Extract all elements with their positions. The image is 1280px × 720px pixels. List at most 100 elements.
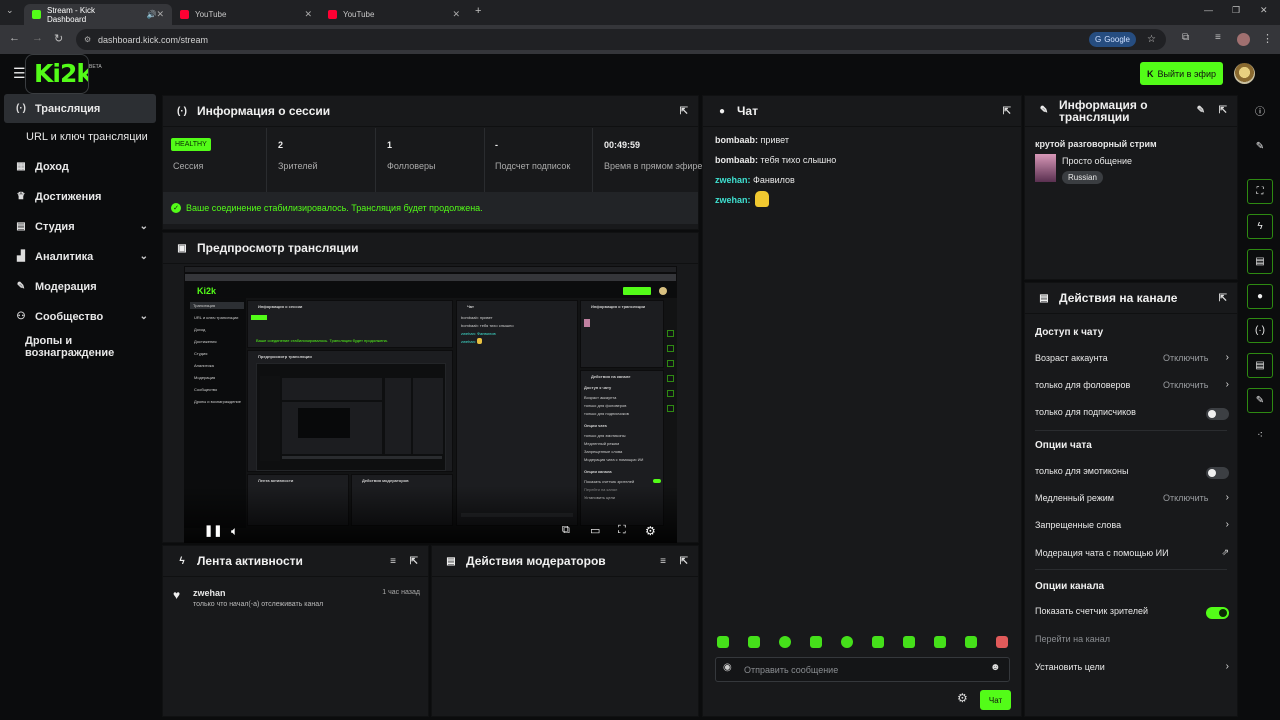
emote-button[interactable]	[810, 636, 822, 648]
chat-text: Фанвилов	[753, 175, 795, 185]
address-bar[interactable]: ⚙ dashboard.kick.com/stream G Google ☆	[76, 29, 1166, 50]
volume-icon[interactable]: 🔈︎	[231, 524, 238, 539]
rail-button-broadcast[interactable]: (·)	[1247, 318, 1273, 343]
theater-mode-icon[interactable]: ▭	[590, 524, 600, 537]
hamburger-menu-icon[interactable]: ☰	[13, 65, 26, 82]
chat-username[interactable]: bombaab:	[715, 155, 758, 165]
stat-value: -	[495, 140, 498, 150]
rail-button-activity[interactable]: ϟ	[1247, 214, 1273, 239]
emote-button[interactable]	[872, 636, 884, 648]
emote-button[interactable]	[717, 636, 729, 648]
clip-icon[interactable]: ⧉	[562, 524, 570, 537]
mini-nav: Студия	[194, 351, 208, 356]
edit-pencil-icon[interactable]: ✎	[1197, 105, 1205, 117]
sidebar-item-studio[interactable]: ▤ Студия ⌄	[4, 212, 156, 241]
forward-icon[interactable]: →	[32, 32, 43, 44]
sidebar-item-achievements[interactable]: ♛ Достижения	[4, 182, 156, 211]
account-age-row[interactable]: Возраст аккаунта Отключить ›	[1025, 347, 1239, 371]
sidebar-item-analytics[interactable]: ▟ Аналитика ⌄	[4, 242, 156, 271]
profile-avatar[interactable]	[1237, 33, 1250, 46]
sidebar-item-income[interactable]: ▦ Доход	[4, 152, 156, 181]
browser-tab-youtube-1[interactable]: YouTube ✕	[172, 4, 320, 25]
rail-button-actions[interactable]: ▤	[1247, 353, 1273, 378]
popout-icon[interactable]: ⇱	[680, 106, 688, 117]
emote-button[interactable]	[934, 636, 946, 648]
new-tab-icon[interactable]: +	[475, 5, 481, 17]
heart-icon: ♥	[173, 588, 181, 602]
reload-icon[interactable]: ↻	[54, 32, 63, 45]
go-channel-row[interactable]: Перейти на канал	[1025, 628, 1239, 652]
close-tab-icon[interactable]: ✕	[304, 9, 312, 20]
rail-button-chat[interactable]: ●	[1247, 284, 1273, 309]
rail-button-mods[interactable]: ▤	[1247, 249, 1273, 274]
chat-settings-gear-icon[interactable]: ⚙	[957, 691, 968, 705]
chat-message-input[interactable]: Отправить сообщение	[715, 657, 1010, 682]
sidebar-item-stream[interactable]: (·) Трансляция	[4, 94, 156, 123]
emoji-icon[interactable]: ☻	[990, 662, 1001, 673]
emote-button[interactable]	[841, 636, 853, 648]
slow-mode-row[interactable]: Медленный режим Отключить ›	[1025, 487, 1239, 511]
sidebar-item-community[interactable]: ⚇ Сообщество ⌄	[4, 302, 156, 331]
emote-button[interactable]	[748, 636, 760, 648]
emotes-only-toggle[interactable]	[1206, 467, 1229, 479]
sidebar-item-moderation[interactable]: ✎ Модерация	[4, 272, 156, 301]
pencil-icon: ✎	[1255, 141, 1265, 152]
browser-tab-kick[interactable]: Stream - Kick Dashboard 🔊 ✕	[24, 4, 172, 25]
google-lens-chip[interactable]: G Google	[1088, 32, 1136, 47]
close-tab-icon[interactable]: ✕	[452, 9, 460, 20]
filter-icon[interactable]: ≡	[390, 556, 396, 567]
set-goals-row[interactable]: Установить цели ›	[1025, 656, 1239, 680]
media-icon[interactable]: ≡	[1215, 32, 1221, 43]
ai-moderation-row[interactable]: Модерация чата с помощью ИИ ⇗	[1025, 542, 1239, 566]
followers-only-row[interactable]: только для фоловеров Отключить ›	[1025, 374, 1239, 398]
rail-button-moderation[interactable]: ✎	[1247, 388, 1273, 413]
stat-value: 00:49:59	[604, 140, 641, 150]
close-window-icon[interactable]: ✕	[1260, 5, 1268, 16]
sidebar-item-url-key[interactable]: URL и ключ трансляции	[4, 122, 156, 151]
chat-username[interactable]: zwehan:	[715, 195, 751, 205]
back-icon[interactable]: ←	[9, 32, 20, 44]
chat-send-button[interactable]: Чат	[980, 690, 1011, 710]
banned-words-row[interactable]: Запрещенные слова ›	[1025, 514, 1239, 538]
browser-tab-youtube-2[interactable]: YouTube ✕	[320, 4, 468, 25]
speaker-icon[interactable]: 🔊	[146, 10, 156, 19]
emote-button[interactable]	[779, 636, 791, 648]
stream-category[interactable]: Просто общение	[1062, 156, 1132, 166]
tab-list-icon[interactable]: ⌄	[6, 5, 14, 16]
emote-button[interactable]	[903, 636, 915, 648]
pause-icon[interactable]: ❚❚	[204, 524, 222, 537]
chat-identity-icon[interactable]: ◉	[723, 662, 732, 673]
site-info-icon[interactable]: ⚙	[84, 35, 91, 44]
popout-icon[interactable]: ⇱	[1003, 106, 1011, 117]
close-tab-icon[interactable]: ✕	[156, 9, 164, 20]
section-heading: Доступ к чату	[1035, 327, 1104, 338]
go-live-button[interactable]: K Выйти в эфир	[1140, 62, 1223, 85]
minimize-icon[interactable]: —	[1204, 5, 1213, 15]
user-avatar[interactable]	[1234, 63, 1255, 84]
rail-button-more[interactable]: ⁖	[1247, 423, 1273, 448]
edit-button[interactable]: ✎	[1247, 134, 1273, 159]
fullscreen-icon[interactable]: ⛶	[618, 524, 626, 537]
emote-button[interactable]	[996, 636, 1008, 648]
nested-controls	[282, 456, 442, 459]
viewer-count-toggle[interactable]	[1206, 607, 1229, 619]
maximize-icon[interactable]: ❐	[1232, 5, 1240, 16]
settings-gear-icon[interactable]: ⚙	[645, 524, 656, 538]
chat-username[interactable]: bombaab:	[715, 135, 758, 145]
popout-icon[interactable]: ⇱	[410, 556, 418, 567]
rail-button-session[interactable]: ⛶	[1247, 179, 1273, 204]
popout-icon[interactable]: ⇱	[1219, 105, 1227, 117]
filter-icon[interactable]: ≡	[660, 556, 666, 567]
browser-menu-icon[interactable]: ⋮	[1262, 32, 1273, 45]
kick-logo[interactable]: Ki2k	[25, 54, 89, 94]
popout-icon[interactable]: ⇱	[680, 556, 688, 567]
stream-preview-video[interactable]: Ki2k Трансляция URL и ключ трансляции До…	[184, 266, 677, 543]
popout-icon[interactable]: ⇱	[1219, 293, 1227, 304]
bookmark-star-icon[interactable]: ☆	[1147, 34, 1156, 45]
extensions-icon[interactable]: ⧉	[1182, 32, 1189, 43]
chat-username[interactable]: zwehan:	[715, 175, 751, 185]
emote-button[interactable]	[965, 636, 977, 648]
sidebar-item-drops[interactable]: Дропы и вознаграждение	[4, 332, 156, 361]
subs-only-toggle[interactable]	[1206, 408, 1229, 420]
info-button[interactable]: ⓘ	[1247, 98, 1273, 123]
